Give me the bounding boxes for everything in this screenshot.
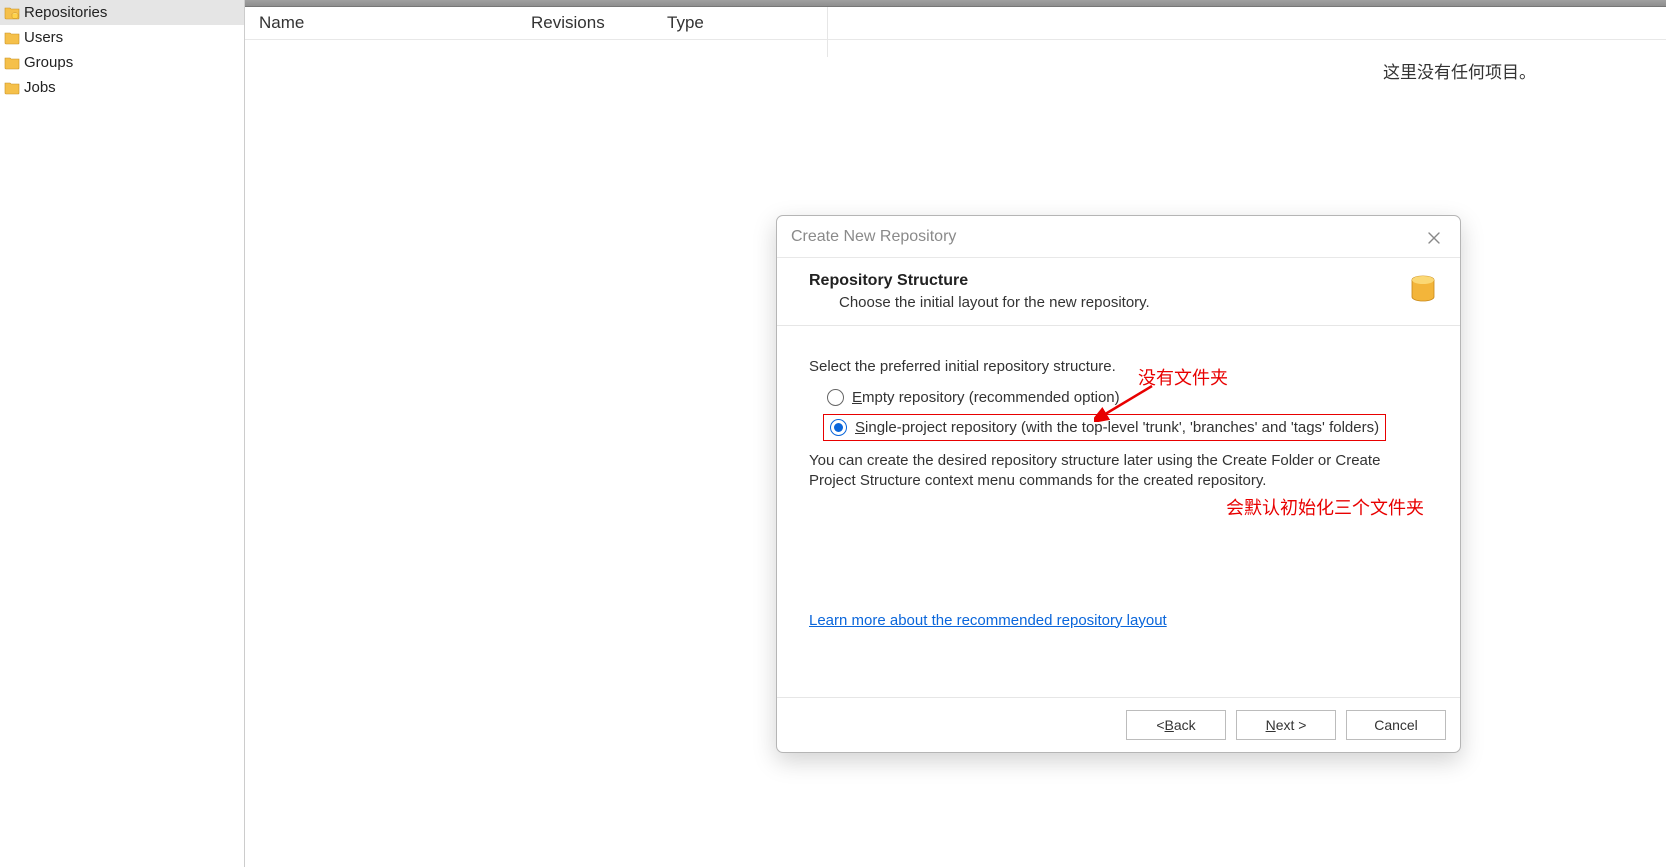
db-folder-icon [4, 5, 20, 21]
tree-item-label: Jobs [24, 79, 56, 96]
dialog-intro-text: Select the preferred initial repository … [809, 358, 1428, 375]
create-repository-dialog: Create New Repository Repository Structu… [776, 215, 1461, 753]
learn-more-link[interactable]: Learn more about the recommended reposit… [809, 612, 1167, 629]
folder-icon [4, 30, 20, 46]
dialog-titlebar[interactable]: Create New Repository [777, 216, 1460, 258]
dialog-body: Select the preferred initial repository … [777, 326, 1460, 697]
tree-item-groups[interactable]: Groups [0, 50, 244, 75]
radio-label: Single-project repository (with the top-… [855, 419, 1379, 436]
dialog-note-text: You can create the desired repository st… [809, 451, 1428, 492]
empty-list-text: 这里没有任何项目。 [1383, 58, 1536, 83]
radio-single-project[interactable]: Single-project repository (with the top-… [830, 419, 1379, 436]
sidebar: Repositories Users Groups Jobs [0, 0, 245, 867]
radio-empty-repository[interactable]: Empty repository (recommended option) [809, 385, 1428, 410]
database-icon [1408, 274, 1438, 304]
dialog-header: Repository Structure Choose the initial … [777, 258, 1460, 326]
tree-item-label: Repositories [24, 4, 107, 21]
annotation-highlight-box: Single-project repository (with the top-… [823, 414, 1386, 441]
back-button[interactable]: < Back [1126, 710, 1226, 740]
radio-selected-icon [830, 419, 847, 436]
dialog-header-subtitle: Choose the initial layout for the new re… [809, 294, 1408, 311]
next-button[interactable]: Next > [1236, 710, 1336, 740]
close-icon [1427, 231, 1441, 245]
column-header-revisions[interactable]: Revisions [517, 13, 653, 33]
radio-icon [827, 389, 844, 406]
tree-item-jobs[interactable]: Jobs [0, 75, 244, 100]
main-titlebar [245, 0, 1666, 7]
tree-item-label: Groups [24, 54, 73, 71]
column-headers: Name Revisions Type [245, 7, 1666, 40]
radio-label: Empty repository (recommended option) [852, 389, 1120, 406]
dialog-footer: < Back Next > Cancel [777, 697, 1460, 752]
cancel-button[interactable]: Cancel [1346, 710, 1446, 740]
folder-icon [4, 55, 20, 71]
folder-icon [4, 80, 20, 96]
tree-item-label: Users [24, 29, 63, 46]
tree-item-repositories[interactable]: Repositories [0, 0, 244, 25]
column-divider [827, 7, 828, 57]
column-header-type[interactable]: Type [653, 13, 1666, 33]
dialog-title: Create New Repository [791, 228, 956, 246]
column-header-name[interactable]: Name [245, 13, 517, 33]
close-button[interactable] [1420, 224, 1448, 252]
tree-item-users[interactable]: Users [0, 25, 244, 50]
dialog-header-title: Repository Structure [809, 272, 1408, 290]
